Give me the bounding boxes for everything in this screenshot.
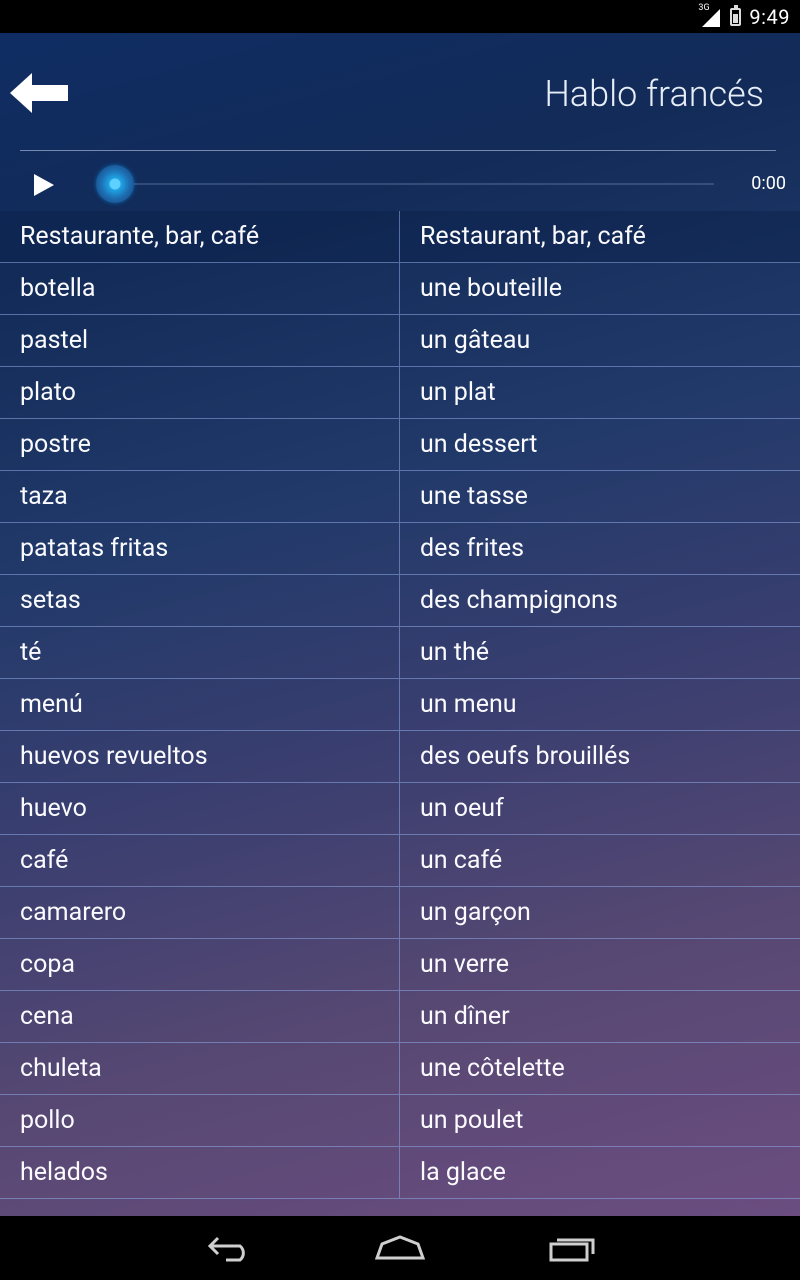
nav-recents-button[interactable] (548, 1234, 596, 1266)
network-type-label: 3G (698, 2, 710, 13)
french-term: un oeuf (420, 794, 504, 823)
play-icon (34, 174, 54, 196)
spanish-term: patatas fritas (0, 523, 400, 574)
vocab-row[interactable]: pollo un poulet (0, 1095, 800, 1147)
header-divider (20, 150, 776, 151)
spanish-term: setas (0, 575, 400, 626)
audio-player: 0:00 (0, 163, 800, 207)
french-term: des frites (420, 534, 525, 563)
french-term: un thé (420, 638, 489, 667)
nav-recents-icon (549, 1238, 595, 1262)
spanish-term: helados (0, 1147, 400, 1198)
spanish-term: chuleta (0, 1043, 400, 1094)
french-term: des oeufs brouillés (420, 742, 631, 771)
spanish-term: postre (0, 419, 400, 470)
arrow-left-icon (10, 73, 68, 113)
french-term: un menu (420, 690, 517, 719)
french-term: des champignons (420, 586, 618, 615)
vocab-row[interactable]: chuleta une côtelette (0, 1043, 800, 1095)
french-term: un gâteau (420, 326, 531, 355)
vocab-row[interactable]: huevo un oeuf (0, 783, 800, 835)
spanish-term: camarero (0, 887, 400, 938)
spanish-term: té (0, 627, 400, 678)
spanish-term: huevo (0, 783, 400, 834)
vocab-row[interactable]: patatas fritas des frites (0, 523, 800, 575)
vocab-row[interactable]: Restaurante, bar, café Restaurant, bar, c… (0, 211, 800, 263)
vocab-row[interactable]: té un thé (0, 627, 800, 679)
french-term: la glace (420, 1158, 506, 1187)
french-term: un verre (420, 950, 509, 979)
spanish-term: cena (0, 991, 400, 1042)
vocab-row[interactable]: café un café (0, 835, 800, 887)
seek-thumb[interactable] (96, 165, 134, 203)
vocab-row[interactable]: cena un dîner (0, 991, 800, 1043)
nav-home-icon (374, 1235, 426, 1260)
spanish-term: huevos revueltos (0, 731, 400, 782)
french-term: un dessert (420, 430, 538, 459)
nav-back-icon (207, 1236, 245, 1262)
vocab-row[interactable]: plato un plat (0, 367, 800, 419)
french-term: une bouteille (420, 274, 563, 303)
vocab-row[interactable]: menú un menu (0, 679, 800, 731)
play-button[interactable] (32, 172, 56, 198)
french-term: une côtelette (420, 1054, 565, 1083)
vocab-row[interactable]: taza une tasse (0, 471, 800, 523)
spanish-term: taza (0, 471, 400, 522)
page-title: Hablo francés (544, 73, 764, 115)
status-bar: 3G 9:49 (0, 0, 800, 33)
vocab-row[interactable]: pastel un gâteau (0, 315, 800, 367)
nav-back-button[interactable] (206, 1234, 254, 1266)
spanish-term: menú (0, 679, 400, 730)
header: Hablo francés 0:00 (0, 33, 800, 211)
spanish-term: pastel (0, 315, 400, 366)
vocab-row[interactable]: postre un dessert (0, 419, 800, 471)
french-term: Restaurant, bar, café (420, 222, 646, 251)
vocabulary-table: Restaurante, bar, café Restaurant, bar, c… (0, 211, 800, 1199)
vocab-row[interactable]: botella une bouteille (0, 263, 800, 315)
spanish-term: pollo (0, 1095, 400, 1146)
spanish-term: café (0, 835, 400, 886)
vocab-row[interactable]: copa un verre (0, 939, 800, 991)
french-term: un dîner (420, 1002, 510, 1031)
vocab-row[interactable]: camarero un garçon (0, 887, 800, 939)
back-button[interactable] (10, 71, 70, 115)
nav-home-button[interactable] (374, 1234, 426, 1266)
french-term: un poulet (420, 1106, 524, 1135)
spanish-term: Restaurante, bar, café (0, 211, 400, 262)
battery-icon (730, 4, 742, 26)
seek-bar[interactable] (114, 183, 714, 185)
app-content: Hablo francés 0:00 Restaurante, bar, caf… (0, 33, 800, 1216)
french-term: un garçon (420, 898, 531, 927)
signal-icon: 3G (698, 3, 722, 27)
french-term: un plat (420, 378, 496, 407)
vocab-row[interactable]: setas des champignons (0, 575, 800, 627)
spanish-term: botella (0, 263, 400, 314)
playback-time: 0:00 (751, 173, 786, 194)
spanish-term: copa (0, 939, 400, 990)
spanish-term: plato (0, 367, 400, 418)
vocab-row[interactable]: helados la glace (0, 1147, 800, 1199)
status-clock: 9:49 (749, 4, 790, 29)
vocab-row[interactable]: huevos revueltos des oeufs brouillés (0, 731, 800, 783)
french-term: un café (420, 846, 503, 875)
french-term: une tasse (420, 482, 528, 511)
navigation-bar (0, 1216, 800, 1280)
